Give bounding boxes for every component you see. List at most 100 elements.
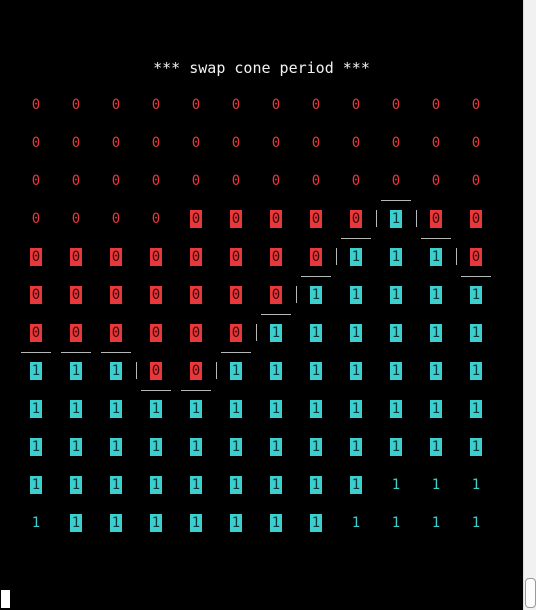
grid-cell: 0 bbox=[30, 248, 42, 266]
grid-cell: 0 bbox=[150, 248, 162, 266]
grid-cell: 0 bbox=[71, 97, 81, 113]
grid-cell: 0 bbox=[271, 173, 281, 189]
grid-cell: 1 bbox=[430, 400, 442, 418]
grid-cell: 0 bbox=[350, 210, 362, 228]
grid-cell: 0 bbox=[391, 97, 401, 113]
grid-cell: 0 bbox=[71, 211, 81, 227]
grid-cell: 1 bbox=[471, 477, 481, 493]
terminal-window[interactable]: *** swap cone period *** 0 0 0 0 0 0 0 0 0 0 0 0 0 0 0… bbox=[0, 0, 523, 610]
grid-cell: 1 bbox=[190, 476, 202, 494]
grid-cell: 1 bbox=[230, 438, 242, 456]
grid-cell: 0 bbox=[311, 173, 321, 189]
grid-cell: 1 bbox=[470, 438, 482, 456]
grid-cell: 0 bbox=[231, 135, 241, 151]
grid-cell: 0 bbox=[31, 97, 41, 113]
grid-cell: 0 bbox=[151, 135, 161, 151]
grid-cell: 0 bbox=[30, 324, 42, 342]
grid-cell: 0 bbox=[270, 286, 282, 304]
grid-cell: 1 bbox=[150, 438, 162, 456]
grid-cell: 0 bbox=[111, 135, 121, 151]
grid-cell: 1 bbox=[390, 438, 402, 456]
grid-cell: 0 bbox=[311, 97, 321, 113]
horizontal-separator bbox=[461, 276, 491, 277]
horizontal-separator bbox=[421, 238, 451, 239]
grid-cell: 1 bbox=[70, 514, 82, 532]
grid-cell: 1 bbox=[351, 515, 361, 531]
grid-cell: 1 bbox=[430, 438, 442, 456]
grid-cell: 0 bbox=[230, 210, 242, 228]
grid-cell: 0 bbox=[190, 324, 202, 342]
grid-cell: 1 bbox=[350, 400, 362, 418]
grid-cell: 1 bbox=[30, 438, 42, 456]
grid-cell: 0 bbox=[271, 135, 281, 151]
grid-cell: 0 bbox=[190, 362, 202, 380]
grid-cell: 1 bbox=[230, 514, 242, 532]
grid-cell: 0 bbox=[110, 248, 122, 266]
grid-cell: 1 bbox=[30, 400, 42, 418]
vertical-scrollbar[interactable] bbox=[523, 0, 536, 610]
grid-cell: 1 bbox=[110, 362, 122, 380]
grid-cell: 1 bbox=[350, 362, 362, 380]
grid-cell: 0 bbox=[431, 135, 441, 151]
grid-cell: 0 bbox=[431, 173, 441, 189]
grid-cell: 1 bbox=[110, 400, 122, 418]
grid-cell: 1 bbox=[190, 514, 202, 532]
grid-cell: 1 bbox=[430, 362, 442, 380]
grid-cell: 1 bbox=[190, 400, 202, 418]
horizontal-separator bbox=[221, 352, 251, 353]
grid-cell: 0 bbox=[111, 211, 121, 227]
grid-cell: 1 bbox=[110, 438, 122, 456]
grid-cell: 0 bbox=[190, 210, 202, 228]
horizontal-separator bbox=[301, 276, 331, 277]
scrollbar-thumb[interactable] bbox=[525, 578, 536, 608]
grid-cell: 0 bbox=[111, 173, 121, 189]
grid-cell: 1 bbox=[390, 210, 402, 228]
grid-cell: 0 bbox=[351, 135, 361, 151]
vertical-separator bbox=[376, 210, 377, 227]
grid-cell: 1 bbox=[310, 476, 322, 494]
grid-cell: 0 bbox=[110, 286, 122, 304]
grid-cell: 0 bbox=[430, 210, 442, 228]
grid-cell: 1 bbox=[270, 324, 282, 342]
grid-cell: 1 bbox=[390, 400, 402, 418]
horizontal-separator bbox=[141, 390, 171, 391]
grid-cell: 0 bbox=[151, 97, 161, 113]
grid-cell: 1 bbox=[310, 438, 322, 456]
grid-cell: 0 bbox=[150, 324, 162, 342]
grid-cell: 1 bbox=[390, 248, 402, 266]
vertical-separator bbox=[256, 324, 257, 341]
grid-cell: 1 bbox=[390, 286, 402, 304]
horizontal-separator bbox=[381, 200, 411, 201]
grid-cell: 1 bbox=[230, 476, 242, 494]
grid-cell: 0 bbox=[470, 210, 482, 228]
grid-cell: 0 bbox=[70, 248, 82, 266]
grid-cell: 1 bbox=[430, 248, 442, 266]
horizontal-separator bbox=[261, 314, 291, 315]
grid-cell: 1 bbox=[270, 476, 282, 494]
horizontal-separator bbox=[181, 390, 211, 391]
grid-cell: 0 bbox=[270, 248, 282, 266]
grid-cell: 1 bbox=[270, 400, 282, 418]
grid-cell: 0 bbox=[31, 173, 41, 189]
grid-cell: 1 bbox=[310, 514, 322, 532]
grid-cell: 0 bbox=[70, 286, 82, 304]
grid-cell: 0 bbox=[471, 173, 481, 189]
grid-cell: 1 bbox=[470, 362, 482, 380]
grid-cell: 0 bbox=[151, 173, 161, 189]
grid-cell: 1 bbox=[470, 324, 482, 342]
grid-cell: 1 bbox=[430, 324, 442, 342]
grid-cell: 0 bbox=[431, 97, 441, 113]
screen-title: *** swap cone period *** bbox=[153, 59, 370, 77]
grid-cell: 0 bbox=[310, 248, 322, 266]
grid-cell: 0 bbox=[190, 286, 202, 304]
grid-cell: 0 bbox=[231, 173, 241, 189]
grid-cell: 1 bbox=[190, 438, 202, 456]
grid-cell: 0 bbox=[110, 324, 122, 342]
grid-cell: 1 bbox=[150, 400, 162, 418]
text-cursor bbox=[1, 590, 10, 608]
grid-cell: 1 bbox=[230, 362, 242, 380]
grid-cell: 1 bbox=[150, 514, 162, 532]
grid-cell: 1 bbox=[350, 286, 362, 304]
grid-cell: 1 bbox=[391, 515, 401, 531]
grid-cell: 1 bbox=[350, 476, 362, 494]
